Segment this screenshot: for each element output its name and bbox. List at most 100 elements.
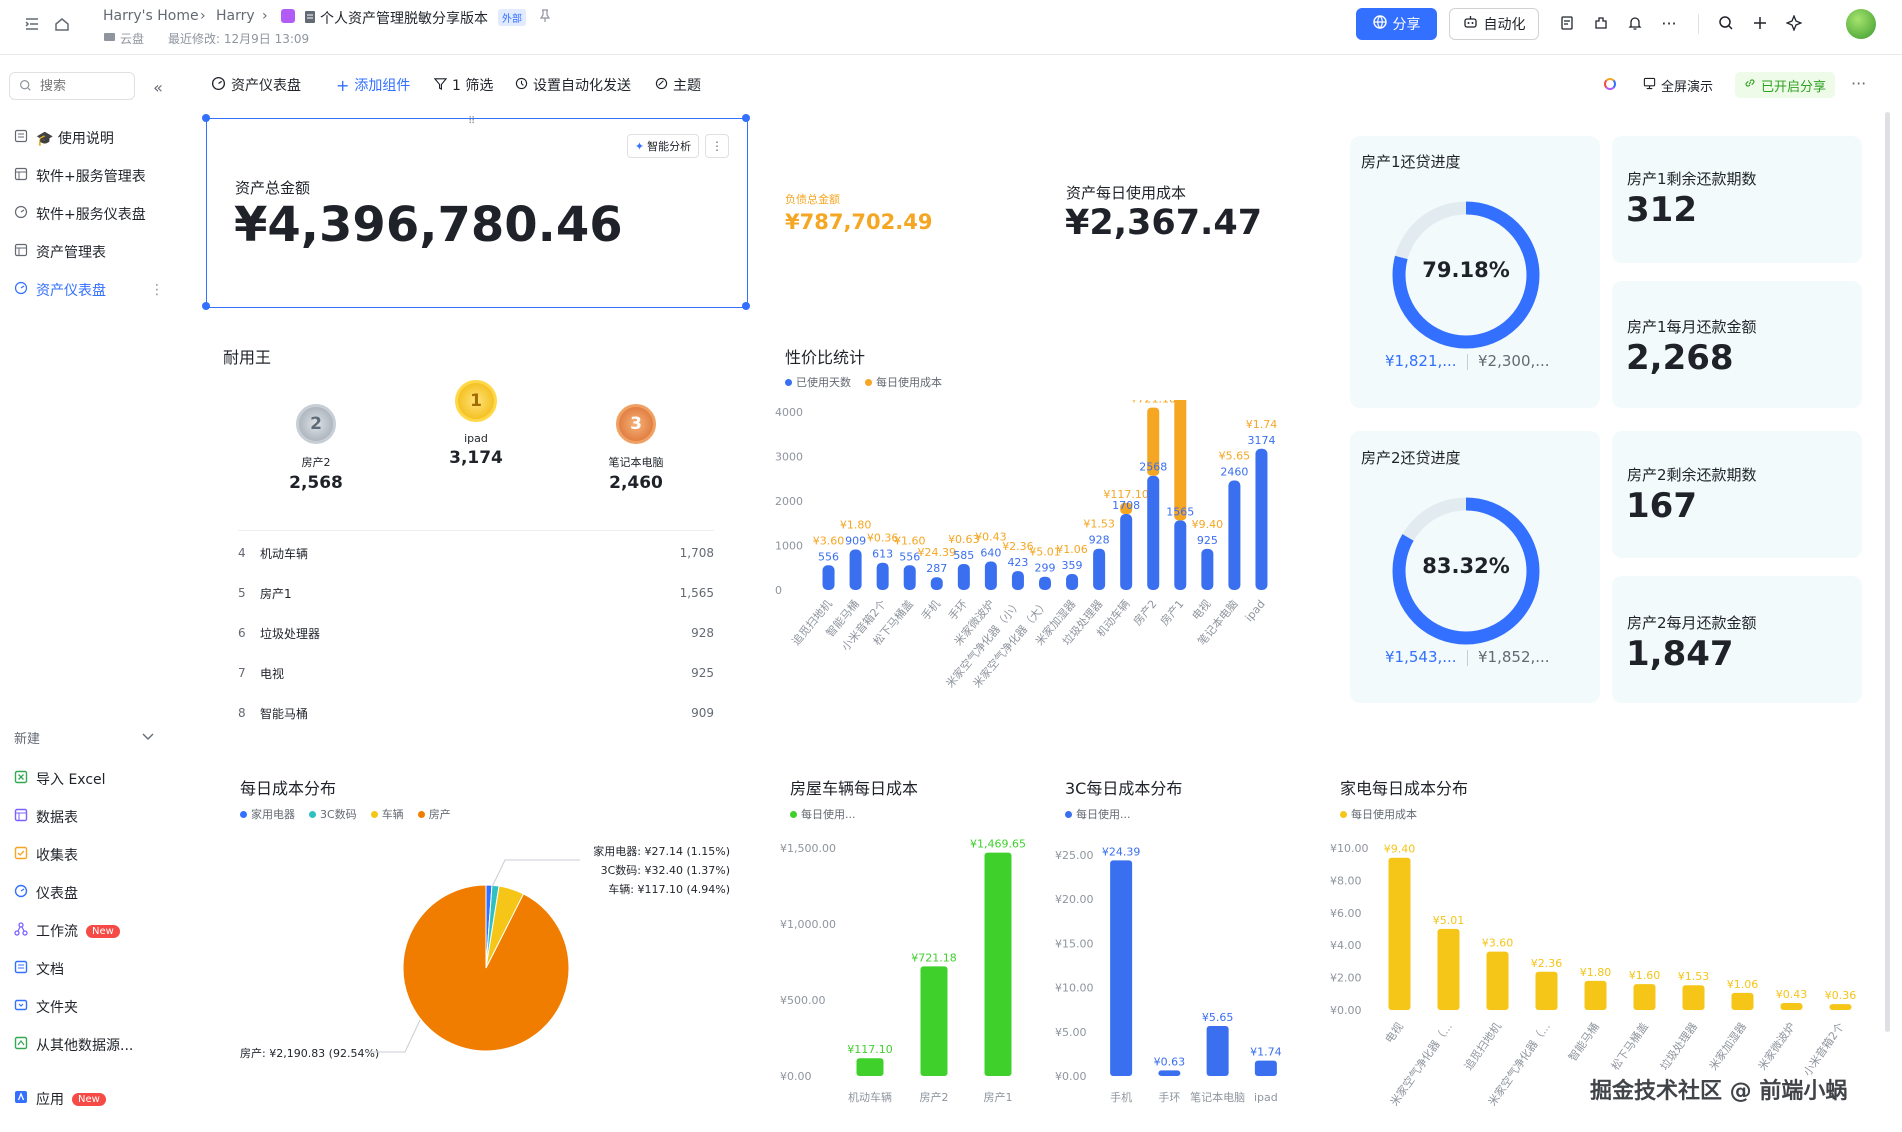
resize-handle[interactable] (742, 302, 750, 310)
bar (856, 1058, 884, 1076)
automation-label: 自动化 (1483, 17, 1526, 33)
automation-button[interactable]: 自动化 (1449, 8, 1539, 40)
plus-icon[interactable] (1750, 13, 1770, 33)
x-tick-label: 笔记本电脑 (1190, 1090, 1245, 1104)
resize-handle[interactable] (742, 114, 750, 122)
drag-handle-icon[interactable]: ⠿ (468, 116, 476, 127)
new-item-label: 仪表盘 (36, 886, 78, 902)
search-input[interactable] (38, 77, 122, 95)
link-icon (1744, 77, 1756, 93)
legend-item[interactable]: 车辆 (370, 806, 404, 822)
filter-button[interactable]: 1 筛选 (433, 74, 493, 96)
x-tick-label: 智能马桶 (1565, 1020, 1602, 1064)
house1-remaining-value: 312 (1626, 190, 1697, 230)
sidebar-item-asset-dashboard[interactable]: 资产仪表盘 ⋮ (14, 275, 164, 305)
search-icon[interactable] (1716, 13, 1736, 33)
automation-send-button[interactable]: 设置自动化发送 (515, 74, 631, 96)
y-tick-label: ¥2.00 (1330, 972, 1362, 985)
add-component-button[interactable]: + 添加组件 (336, 74, 410, 96)
divider (1467, 354, 1468, 370)
y-tick-label: ¥20.00 (1055, 893, 1094, 906)
share-button[interactable]: 分享 (1356, 8, 1437, 40)
house-vehicle-chart: ¥0.00 ¥500.00 ¥1,000.00 ¥1,500.00 ¥117.10 机动车… (780, 838, 1026, 1104)
c3-daily-cost-chart: ¥0.00 ¥5.00 ¥10.00 ¥15.00 ¥20.00 ¥25.00 ¥24.39… (1055, 845, 1282, 1104)
rank-row: 4 机动车辆 1,708 (238, 543, 714, 563)
bar (1682, 985, 1705, 1010)
new-folder[interactable]: 文件夹 (14, 992, 78, 1022)
data-label: ¥721.18 (911, 951, 957, 964)
bar (920, 966, 948, 1076)
new-item-label: 文档 (36, 962, 64, 978)
new-workflow[interactable]: 工作流 New (14, 916, 120, 946)
sidebar-item-software-table[interactable]: 软件+服务管理表 (14, 161, 146, 191)
dashboard-name[interactable]: 资产仪表盘 (211, 74, 301, 96)
share-status-button[interactable]: 已开启分享 (1735, 72, 1836, 98)
fullscreen-button[interactable]: 全屏演示 (1643, 74, 1713, 96)
bar-days (1255, 448, 1268, 590)
card-menu-button[interactable]: ⋮ (705, 134, 729, 158)
workflow-icon (14, 922, 28, 940)
watermark: 掘金技术社区 @ 前端小蜗 (1590, 1079, 1848, 1104)
location[interactable]: 云盘 (120, 30, 144, 47)
legend-item[interactable]: 3C数码 (309, 806, 357, 822)
modified-time: 最近修改: 12月9日 13:09 (168, 32, 310, 46)
more-icon[interactable]: ··· (1659, 13, 1679, 33)
new-from-datasource[interactable]: 从其他数据源... (14, 1030, 133, 1060)
history-doc-icon[interactable] (1557, 13, 1577, 33)
new-data-table[interactable]: 数据表 (14, 802, 78, 832)
y-tick-label: ¥10.00 (1055, 982, 1094, 995)
x-tick-label: 垃圾处理器 (1657, 1020, 1700, 1073)
data-label: ¥0.63 (1154, 1055, 1186, 1068)
apps-item[interactable]: 应用 New (14, 1084, 106, 1114)
new-doc[interactable]: 文档 (14, 954, 64, 984)
new-form[interactable]: 收集表 (14, 840, 78, 870)
bar (1584, 980, 1607, 1010)
new-import-excel[interactable]: 导入 Excel (14, 764, 106, 794)
rank-name: 电视 (260, 666, 285, 681)
data-label-days: 299 (1035, 562, 1056, 575)
scrollbar[interactable] (1885, 112, 1890, 1032)
new-dashboard[interactable]: 仪表盘 (14, 878, 78, 908)
ai-sparkle-icon[interactable] (1784, 13, 1804, 33)
legend-item[interactable]: 每日使用... (790, 806, 856, 822)
plugin-icon[interactable] (1591, 13, 1611, 33)
more-vertical-icon[interactable]: ⋮ (150, 282, 164, 298)
doc-title[interactable]: 个人资产管理脱敏分享版本 (320, 8, 488, 28)
sidebar-item-software-dashboard[interactable]: 软件+服务仪表盘 (14, 199, 146, 229)
bar (1633, 984, 1656, 1010)
bell-icon[interactable] (1625, 13, 1645, 33)
house1-monthly-label: 房产1每月还款金额 (1627, 318, 1757, 336)
expand-sidebar-icon[interactable] (22, 14, 42, 34)
house1-loan-title: 房产1还贷进度 (1361, 153, 1461, 171)
x-tick-label: ipad (1254, 1091, 1278, 1104)
table-icon (14, 167, 28, 185)
x-tick-label: ipad (1243, 598, 1268, 625)
legend-item[interactable]: 已使用天数 (785, 374, 851, 390)
sidebar-item-usage[interactable]: 🎓 使用说明 (14, 123, 114, 153)
avatar[interactable] (1846, 9, 1876, 39)
x-tick-label: 电视 (1189, 597, 1214, 623)
legend-item[interactable]: 家用电器 (240, 806, 295, 822)
new-section-header[interactable]: 新建 (14, 728, 154, 747)
bar-days (822, 565, 835, 590)
breadcrumb-harry[interactable]: Harry (216, 8, 255, 24)
resize-handle[interactable] (202, 114, 210, 122)
sidebar-item-asset-table[interactable]: 资产管理表 (14, 237, 106, 267)
legend-item[interactable]: 房产 (417, 806, 451, 822)
home-icon[interactable] (52, 14, 72, 34)
pin-icon[interactable] (538, 8, 552, 24)
resize-handle[interactable] (202, 302, 210, 310)
ai-assistant-icon[interactable] (1604, 78, 1616, 90)
collapse-sidebar-icon[interactable]: « (148, 77, 168, 97)
legend-item[interactable]: 每日使用成本 (1340, 806, 1417, 822)
breadcrumb-home[interactable]: Harry's Home (103, 8, 199, 24)
c3-legend: 每日使用... (1065, 806, 1131, 822)
legend-item[interactable]: 每日使用... (1065, 806, 1131, 822)
theme-button[interactable]: 主题 (655, 74, 701, 96)
legend-item[interactable]: 每日使用成本 (865, 374, 942, 390)
smart-analysis-button[interactable]: ✦ 智能分析 (627, 134, 699, 158)
podium-name: ipad (464, 432, 488, 445)
search-box[interactable] (9, 72, 135, 100)
more-icon[interactable]: ··· (1851, 74, 1866, 93)
bar-days (1039, 576, 1051, 590)
